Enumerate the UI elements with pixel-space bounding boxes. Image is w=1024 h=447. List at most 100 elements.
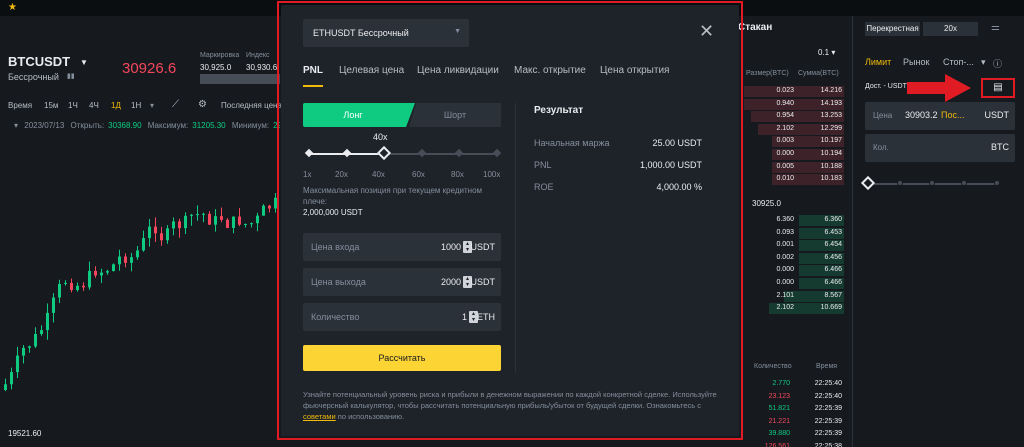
leverage-tick-label: 20x (335, 170, 348, 179)
orderbook-row[interactable]: 0.000 6.466 (744, 278, 844, 289)
qty-slider-stop[interactable] (929, 180, 935, 186)
qty-slider-stop[interactable] (994, 180, 1000, 186)
tab-open-price[interactable]: Цена открытия (600, 65, 669, 76)
entry-price-value[interactable]: 1000 (441, 242, 461, 252)
quantity-value[interactable]: 1 (462, 312, 467, 322)
last-price-toggle[interactable]: Последняя цена (221, 101, 282, 110)
trade-row: 51.821 22:25:39 (744, 405, 844, 417)
max-position-value: 2,000,000 USDT (303, 208, 363, 217)
calculate-button[interactable]: Рассчитать (303, 345, 501, 371)
leverage-slider-stop[interactable] (342, 148, 351, 158)
tab-max-open[interactable]: Макс. открытие (514, 65, 586, 76)
tf-1w[interactable]: 1Н (131, 101, 141, 110)
stop-dropdown-icon[interactable]: ▾ (981, 57, 986, 68)
footer-text: Узнайте потенциальный уровень риска и пр… (303, 390, 717, 410)
tf-1h[interactable]: 1Ч (68, 101, 78, 110)
orderbook-row[interactable]: 0.000 6.466 (744, 265, 844, 277)
orderbook-row[interactable]: 2.102 10.669 (744, 303, 844, 315)
orderbook-row[interactable]: 0.000 10.194 (744, 149, 844, 160)
leverage-slider-stop[interactable] (417, 148, 427, 158)
candle-body (148, 226, 151, 239)
orderbook-row[interactable]: 0.005 10.188 (744, 161, 844, 173)
symbol-select[interactable]: ETHUSDT Бессрочный ▼ (303, 19, 469, 47)
orderbook-step-select[interactable]: 0.1 ▾ (818, 48, 835, 57)
ohlc-caret-icon[interactable]: ▾ (14, 121, 18, 130)
trade-row: 39.880 22:25:39 (744, 430, 844, 442)
leverage-slider-stop[interactable] (455, 148, 464, 158)
footer-tips-link[interactable]: советами (303, 412, 336, 421)
tab-liquidation-price[interactable]: Цена ликвидации (417, 65, 499, 76)
price-input[interactable]: Цена 30903.2 Пос... USDT (865, 102, 1015, 130)
candle-body (34, 334, 37, 347)
symbol-dropdown-icon[interactable]: ▼ (80, 58, 88, 67)
tf-time[interactable]: Время (8, 101, 32, 110)
tf-1d[interactable]: 1Д (111, 101, 121, 110)
tf-15m[interactable]: 15м (44, 101, 58, 110)
candle-body (160, 233, 163, 241)
orderbook-row[interactable]: 0.010 10.183 (744, 174, 844, 186)
qty-slider-knob[interactable] (860, 175, 876, 191)
orderbook-row[interactable]: 0.940 14.193 (744, 98, 844, 110)
orderbook-row[interactable]: 0.002 6.456 (744, 252, 844, 264)
orderbook-row[interactable]: 0.003 10.197 (744, 136, 844, 148)
exit-price-field[interactable]: Цена выхода 2000 ▴ ▾ USDT (303, 268, 501, 296)
orderbook-row[interactable]: 0.093 6.453 (744, 227, 844, 239)
orderbook-sum: 6.466 (824, 279, 842, 286)
long-button[interactable]: Лонг (303, 103, 415, 127)
candle-body (268, 205, 271, 209)
qty-slider-stop[interactable] (897, 180, 903, 186)
margin-mode-button[interactable]: Перекрестная (865, 22, 920, 36)
chart-settings-gear-icon[interactable]: ⚙ (198, 99, 207, 110)
indicators-icon[interactable]: ⟋ (172, 99, 179, 110)
tab-pnl[interactable]: PNL (303, 65, 323, 76)
candle-body (76, 285, 79, 291)
entry-price-field[interactable]: Цена входа 1000 ▴ ▾ USDT (303, 233, 501, 261)
trade-row: 23.123 22:25:40 (744, 393, 844, 405)
exit-price-value[interactable]: 2000 (441, 277, 461, 287)
tab-target-price[interactable]: Целевая цена (339, 65, 404, 76)
qty-slider-stop[interactable] (961, 180, 967, 186)
trades-time-header: Время (816, 363, 838, 370)
info-icon[interactable]: ▮▮ (67, 72, 75, 80)
orderbook-row[interactable]: 0.023 14.216 (744, 86, 844, 97)
info-circle-icon[interactable]: ⓘ (993, 57, 1002, 70)
ohlc-open-label: Открыть: (70, 121, 105, 130)
calculator-icon[interactable]: ▤ (981, 78, 1015, 98)
result-roe: ROE 4,000.00 % (534, 182, 702, 194)
leverage-slider-knob[interactable] (377, 145, 392, 161)
trade-time: 22:25:39 (814, 417, 842, 425)
candlestick-chart[interactable] (0, 140, 280, 447)
tab-market[interactable]: Рынок (903, 57, 929, 67)
chevron-down-icon: ▼ (454, 28, 461, 35)
trade-time: 22:25:38 (814, 443, 842, 447)
tab-stop[interactable]: Стоп-... (943, 57, 974, 67)
trade-time: 22:25:40 (814, 380, 842, 387)
orderbook-row[interactable]: 6.360 6.360 (744, 215, 844, 226)
leverage-slider[interactable] (304, 145, 502, 161)
price-last-button[interactable]: Пос... (941, 110, 964, 120)
tf-more-icon[interactable]: ▾ (150, 101, 154, 110)
qty-slider[interactable] (860, 175, 1000, 191)
leverage-slider-stop[interactable] (492, 148, 502, 158)
price-input-unit: USDT (984, 110, 1010, 120)
leverage-button[interactable]: 20x (923, 22, 978, 36)
orderbook-row[interactable]: 0.001 6.454 (744, 240, 844, 252)
mark-price-label: Маркировка (200, 52, 240, 59)
orderbook-row[interactable]: 2.101 8.567 (744, 290, 844, 302)
ohlc-open-value: 30368.90 (108, 121, 142, 130)
orderbook-row[interactable]: 0.954 13.253 (744, 111, 844, 123)
sliders-icon[interactable]: ⚌ (991, 22, 1000, 33)
quantity-field[interactable]: Количество 1 ▴ ▾ ETH (303, 303, 501, 331)
qty-input[interactable]: Кол. BTC (865, 134, 1015, 162)
result-value: 4,000.00 % (656, 182, 702, 192)
leverage-slider-stop[interactable] (304, 148, 314, 158)
favorite-star-icon[interactable]: ★ (8, 2, 17, 13)
tab-limit[interactable]: Лимит (865, 57, 891, 67)
tf-4h[interactable]: 4Ч (89, 101, 99, 110)
trade-time: 22:25:40 (814, 392, 842, 400)
orderbook-row[interactable]: 2.102 12.299 (744, 123, 844, 135)
result-value: 25.00 USDT (652, 138, 702, 148)
close-icon[interactable]: ✕ (699, 22, 714, 40)
symbol-name[interactable]: BTCUSDT (8, 54, 70, 69)
short-button[interactable]: Шорт (409, 103, 501, 127)
